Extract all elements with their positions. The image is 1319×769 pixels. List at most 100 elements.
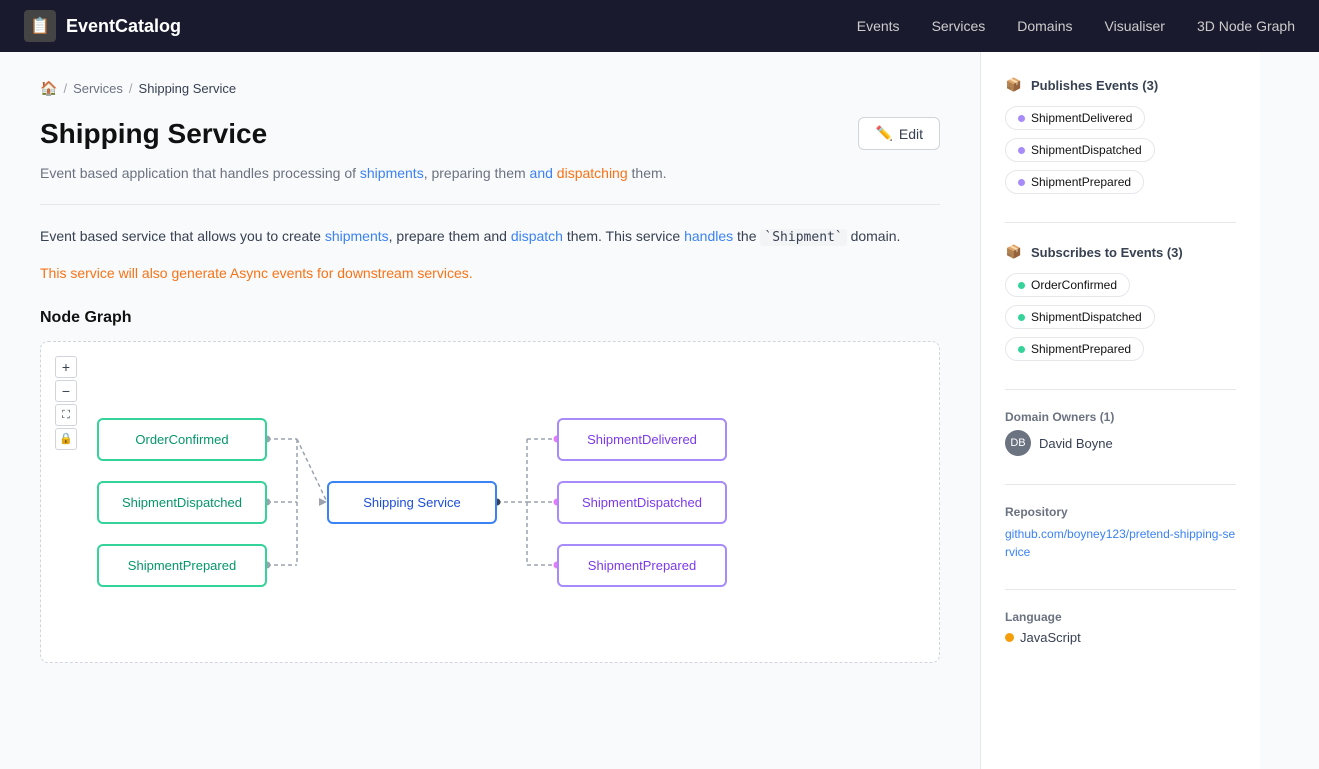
body-text-p1c: them. This service (563, 228, 684, 244)
subscribes-title: Subscribes to Events (3) (1031, 245, 1183, 260)
node-shipment-prepared-left: ShipmentPrepared (97, 544, 267, 587)
domain-owner-row: DB David Boyne (1005, 430, 1236, 456)
tag-label-shipment-prepared-sub: ShipmentPrepared (1031, 342, 1131, 356)
sidebar-divider-1 (1005, 222, 1236, 223)
nav-links: Events Services Domains Visualiser 3D No… (857, 18, 1295, 34)
tag-label-shipment-dispatched-pub: ShipmentDispatched (1031, 143, 1142, 157)
center-node-wrapper: Shipping Service (327, 481, 497, 524)
sidebar-owners-section: Domain Owners (1) DB David Boyne (1005, 410, 1236, 456)
node-shipment-dispatched-right: ShipmentDispatched (557, 481, 727, 524)
dot-purple-3 (1018, 179, 1025, 186)
page-title: Shipping Service (40, 118, 267, 150)
right-nodes: ShipmentDelivered ShipmentDispatched Shi… (557, 418, 727, 587)
body-text-p1e: domain. (847, 228, 901, 244)
tag-label-shipment-prepared-pub: ShipmentPrepared (1031, 175, 1131, 189)
tag-label-order-confirmed: OrderConfirmed (1031, 278, 1117, 292)
breadcrumb: 🏠 / Services / Shipping Service (40, 80, 940, 97)
publishes-icon: 📦 (1005, 76, 1023, 94)
subscribes-icon: 📦 (1005, 243, 1023, 261)
node-shipping-service: Shipping Service (327, 481, 497, 524)
tag-shipment-prepared-sub[interactable]: ShipmentPrepared (1005, 337, 1144, 361)
edit-pencil-icon: ✏️ (875, 125, 892, 142)
publishes-tag-list: ShipmentDelivered ShipmentDispatched Shi… (1005, 106, 1236, 194)
tag-label-shipment-dispatched-sub: ShipmentDispatched (1031, 310, 1142, 324)
edit-button[interactable]: ✏️ Edit (858, 117, 940, 150)
dot-purple-1 (1018, 115, 1025, 122)
nav-logo-text: EventCatalog (66, 16, 181, 37)
edit-label: Edit (899, 126, 923, 142)
page-header: Shipping Service ✏️ Edit (40, 117, 940, 150)
home-icon[interactable]: 🏠 (40, 80, 57, 97)
main-content: 🏠 / Services / Shipping Service Shipping… (0, 52, 980, 769)
breadcrumb-services[interactable]: Services (73, 81, 123, 96)
publishes-title-row: 📦 Publishes Events (3) (1005, 76, 1236, 94)
nav-logo: 📋 EventCatalog (24, 10, 181, 42)
zoom-out-button[interactable]: − (55, 380, 77, 402)
subscribes-tag-list: OrderConfirmed ShipmentDispatched Shipme… (1005, 273, 1236, 361)
body-shipments: shipments (325, 228, 389, 244)
sidebar-subscribes-section: 📦 Subscribes to Events (3) OrderConfirme… (1005, 243, 1236, 361)
language-value: JavaScript (1020, 630, 1081, 645)
page-description: Event based application that handles pro… (40, 162, 940, 184)
graph-visual: OrderConfirmed ShipmentDispatched Shipme… (97, 362, 919, 642)
service-body-text: Event based service that allows you to c… (40, 225, 940, 249)
tag-shipment-delivered[interactable]: ShipmentDelivered (1005, 106, 1145, 130)
language-row: JavaScript (1005, 630, 1236, 645)
tag-label-shipment-delivered: ShipmentDelivered (1031, 111, 1132, 125)
desc-text-1: Event based application that handles pro… (40, 165, 360, 181)
zoom-in-button[interactable]: + (55, 356, 77, 378)
repo-link[interactable]: github.com/boyney123/pretend-shipping-se… (1005, 527, 1235, 559)
nav-link-3d-node-graph[interactable]: 3D Node Graph (1197, 18, 1295, 34)
body-dispatch: dispatch (511, 228, 563, 244)
body-code: `Shipment` (760, 229, 846, 246)
dot-green-1 (1018, 282, 1025, 289)
tag-order-confirmed-sub[interactable]: OrderConfirmed (1005, 273, 1130, 297)
breadcrumb-current: Shipping Service (139, 81, 237, 96)
navbar: 📋 EventCatalog Events Services Domains V… (0, 0, 1319, 52)
desc-text-2: , preparing them (424, 165, 530, 181)
nav-link-visualiser[interactable]: Visualiser (1105, 18, 1165, 34)
sidebar: 📦 Publishes Events (3) ShipmentDelivered… (980, 52, 1260, 769)
breadcrumb-sep-2: / (129, 81, 133, 96)
fit-view-button[interactable]: ⛶ (55, 404, 77, 426)
node-graph-title: Node Graph (40, 309, 940, 327)
owner-avatar: DB (1005, 430, 1031, 456)
owners-label: Domain Owners (1) (1005, 410, 1236, 424)
owner-name: David Boyne (1039, 436, 1113, 451)
repository-label: Repository (1005, 505, 1236, 519)
sidebar-publishes-section: 📦 Publishes Events (3) ShipmentDelivered… (1005, 76, 1236, 194)
lang-dot (1005, 633, 1014, 642)
sidebar-divider-3 (1005, 484, 1236, 485)
node-shipment-prepared-right: ShipmentPrepared (557, 544, 727, 587)
lock-button[interactable]: 🔒 (55, 428, 77, 450)
node-shipment-delivered-right: ShipmentDelivered (557, 418, 727, 461)
desc-shipments: shipments (360, 165, 424, 181)
body-text-p1b: , prepare them and (389, 228, 511, 244)
desc-text-4: them. (628, 165, 667, 181)
subscribes-title-row: 📦 Subscribes to Events (3) (1005, 243, 1236, 261)
tag-shipment-prepared-pub[interactable]: ShipmentPrepared (1005, 170, 1144, 194)
graph-controls: + − ⛶ 🔒 (55, 356, 77, 450)
language-label: Language (1005, 610, 1236, 624)
desc-dispatching: dispatching (557, 165, 628, 181)
publishes-title: Publishes Events (3) (1031, 78, 1158, 93)
content-divider (40, 204, 940, 205)
breadcrumb-sep-1: / (63, 81, 67, 96)
body-text-p1d: the (733, 228, 760, 244)
node-order-confirmed: OrderConfirmed (97, 418, 267, 461)
sidebar-repository-section: Repository github.com/boyney123/pretend-… (1005, 505, 1236, 561)
tag-shipment-dispatched-sub[interactable]: ShipmentDispatched (1005, 305, 1155, 329)
node-graph-container: + − ⛶ 🔒 OrderConfirmed ShipmentDispatche… (40, 341, 940, 663)
nav-link-events[interactable]: Events (857, 18, 900, 34)
body-text-p1a: Event based service that allows you to c… (40, 228, 325, 244)
desc-and: and (530, 165, 553, 181)
body-handles: handles (684, 228, 733, 244)
sidebar-divider-2 (1005, 389, 1236, 390)
logo-icon: 📋 (24, 10, 56, 42)
dot-purple-2 (1018, 147, 1025, 154)
async-note: This service will also generate Async ev… (40, 265, 940, 281)
nav-link-services[interactable]: Services (932, 18, 986, 34)
page-wrapper: 🏠 / Services / Shipping Service Shipping… (0, 52, 1319, 769)
tag-shipment-dispatched-pub[interactable]: ShipmentDispatched (1005, 138, 1155, 162)
nav-link-domains[interactable]: Domains (1017, 18, 1072, 34)
